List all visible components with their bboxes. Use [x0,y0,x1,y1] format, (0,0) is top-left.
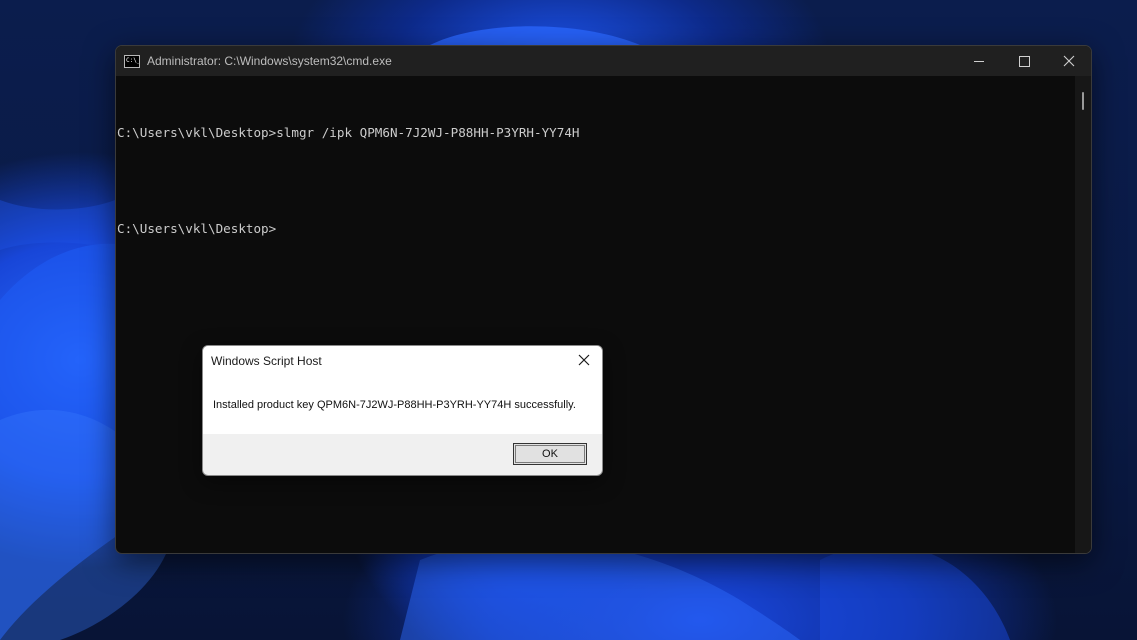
minimize-icon [974,60,984,62]
window-titlebar[interactable]: C:\_ Administrator: C:\Windows\system32\… [116,46,1091,76]
vertical-scrollbar[interactable] [1075,76,1091,553]
console-output[interactable]: C:\Users\vkl\Desktop>slmgr /ipk QPM6N-7J… [116,76,1075,553]
close-icon [578,354,590,366]
maximize-button[interactable] [1001,46,1047,76]
message-dialog[interactable]: Windows Script Host Installed product ke… [202,345,603,476]
console-prompt: C:\Users\vkl\Desktop> [117,221,277,236]
ok-button[interactable]: OK [513,443,587,465]
window-title: Administrator: C:\Windows\system32\cmd.e… [147,54,392,68]
cmd-app-icon: C:\_ [124,54,140,68]
console-line: C:\Users\vkl\Desktop>slmgr /ipk QPM6N-7J… [117,125,580,140]
maximize-icon [1018,55,1030,67]
dialog-close-button[interactable] [572,349,596,371]
dialog-body: Installed product key QPM6N-7J2WJ-P88HH-… [203,375,602,434]
dialog-title: Windows Script Host [211,353,322,368]
dialog-message: Installed product key QPM6N-7J2WJ-P88HH-… [213,399,576,411]
dialog-titlebar[interactable]: Windows Script Host [203,346,602,375]
cmd-window[interactable]: C:\_ Administrator: C:\Windows\system32\… [115,45,1092,554]
close-button[interactable] [1046,46,1091,76]
close-icon [1063,55,1075,67]
scrollbar-thumb[interactable] [1082,92,1084,110]
minimize-button[interactable] [956,46,1002,76]
